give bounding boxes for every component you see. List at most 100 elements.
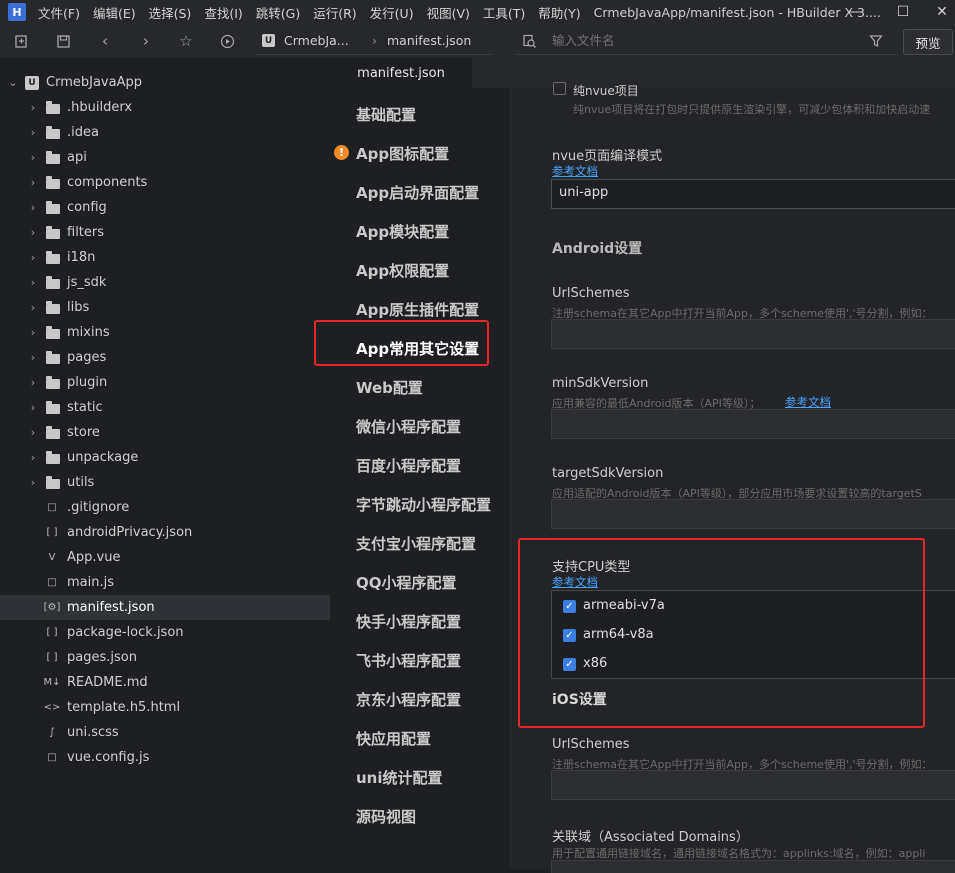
file-search-input[interactable] — [552, 33, 852, 48]
preview-button[interactable]: 预览 — [903, 29, 953, 55]
chevron-right-icon[interactable]: › — [27, 276, 39, 289]
menu-tools[interactable]: 工具(T) — [483, 3, 525, 22]
chevron-right-icon[interactable]: › — [27, 101, 39, 114]
menu-goto[interactable]: 跳转(G) — [256, 3, 300, 22]
nav-item-9[interactable]: 微信小程序配置 — [356, 416, 461, 437]
tree-folder-config[interactable]: › config — [0, 195, 330, 220]
chevron-right-icon[interactable]: › — [27, 126, 39, 139]
tree-item-label: config — [67, 200, 107, 215]
tree-folder-mixins[interactable]: › mixins — [0, 320, 330, 345]
nav-item-13[interactable]: QQ小程序配置 — [356, 572, 457, 593]
menu-file[interactable]: 文件(F) — [38, 3, 80, 22]
tab-manifest-json[interactable]: manifest.json — [330, 58, 472, 88]
menu-publish[interactable]: 发行(U) — [370, 3, 414, 22]
tree-folder-components[interactable]: › components — [0, 170, 330, 195]
nav-item-6[interactable]: App原生插件配置 — [356, 299, 479, 320]
chevron-right-icon[interactable]: › — [27, 426, 39, 439]
targetsdk-input[interactable] — [551, 499, 955, 529]
tree-folder-static[interactable]: › static — [0, 395, 330, 420]
breadcrumb-project[interactable]: CrmebJa... — [284, 33, 349, 48]
chevron-right-icon[interactable]: › — [27, 301, 39, 314]
tree-folder-i18n[interactable]: › i18n — [0, 245, 330, 270]
tree-file-androidPrivacy-json[interactable]: [ ] androidPrivacy.json — [0, 520, 330, 545]
nvue-mode-ref-link[interactable]: 参考文档 — [552, 163, 598, 179]
tree-folder-libs[interactable]: › libs — [0, 295, 330, 320]
tree-folder-idea[interactable]: › .idea — [0, 120, 330, 145]
nav-item-7[interactable]: App常用其它设置 — [356, 338, 479, 359]
menu-edit[interactable]: 编辑(E) — [93, 3, 136, 22]
nav-item-15[interactable]: 飞书小程序配置 — [356, 650, 461, 671]
chevron-right-icon[interactable]: › — [27, 326, 39, 339]
save-icon[interactable] — [54, 32, 72, 50]
tree-file-package-lock-json[interactable]: [ ] package-lock.json — [0, 620, 330, 645]
menu-select[interactable]: 选择(S) — [149, 3, 192, 22]
tree-root-crmebjavaapp[interactable]: ⌄ U CrmebJavaApp — [0, 70, 330, 95]
ios-urlschemes-input[interactable] — [551, 770, 955, 800]
chevron-right-icon[interactable]: › — [27, 151, 39, 164]
chevron-right-icon[interactable]: › — [27, 376, 39, 389]
nvue-mode-select[interactable]: uni-app — [551, 179, 955, 209]
nav-item-14[interactable]: 快手小程序配置 — [356, 611, 461, 632]
chevron-right-icon[interactable]: › — [27, 176, 39, 189]
chevron-right-icon[interactable]: › — [27, 351, 39, 364]
tree-file-vue-config-js[interactable]: □ vue.config.js — [0, 745, 330, 770]
tree-file-uni-scss[interactable]: ∫ uni.scss — [0, 720, 330, 745]
menu-view[interactable]: 视图(V) — [427, 3, 470, 22]
tree-folder-unpackage[interactable]: › unpackage — [0, 445, 330, 470]
breadcrumb-file[interactable]: manifest.json — [387, 33, 471, 48]
menu-find[interactable]: 查找(I) — [204, 3, 242, 22]
forward-icon[interactable]: › — [137, 32, 155, 50]
minsdk-input[interactable] — [551, 409, 955, 439]
nav-item-2[interactable]: App图标配置 — [356, 143, 449, 164]
tree-folder-hbuilderx[interactable]: › .hbuilderx — [0, 95, 330, 120]
tree-folder-utils[interactable]: › utils — [0, 470, 330, 495]
nav-item-11[interactable]: 字节跳动小程序配置 — [356, 494, 491, 515]
tree-file-main-js[interactable]: □ main.js — [0, 570, 330, 595]
tree-folder-api[interactable]: › api — [0, 145, 330, 170]
chevron-right-icon[interactable]: › — [27, 201, 39, 214]
nav-item-8[interactable]: Web配置 — [356, 377, 423, 398]
urlschemes-input[interactable] — [551, 319, 955, 349]
tree-file-App-vue[interactable]: V App.vue — [0, 545, 330, 570]
nav-item-10[interactable]: 百度小程序配置 — [356, 455, 461, 476]
associated-domains-input[interactable] — [551, 860, 955, 873]
nav-item-16[interactable]: 京东小程序配置 — [356, 689, 461, 710]
new-file-icon[interactable] — [12, 32, 30, 50]
minsdk-ref-link[interactable]: 参考文档 — [785, 394, 831, 410]
file-search-icon — [523, 34, 536, 48]
nav-item-3[interactable]: App启动界面配置 — [356, 182, 479, 203]
nvue-checkbox[interactable] — [553, 82, 566, 95]
minimize-icon[interactable]: — — [836, 0, 876, 24]
close-icon[interactable]: ✕ — [922, 0, 955, 24]
nav-item-12[interactable]: 支付宝小程序配置 — [356, 533, 476, 554]
chevron-right-icon[interactable]: › — [27, 451, 39, 464]
tree-file-template-h5-html[interactable]: <> template.h5.html — [0, 695, 330, 720]
nav-item-18[interactable]: uni统计配置 — [356, 767, 443, 788]
chevron-right-icon[interactable]: › — [27, 251, 39, 264]
chevron-down-icon[interactable]: ⌄ — [7, 76, 19, 89]
menu-run[interactable]: 运行(R) — [313, 3, 356, 22]
tree-file-README-md[interactable]: M↓ README.md — [0, 670, 330, 695]
chevron-right-icon[interactable]: › — [27, 226, 39, 239]
nav-item-5[interactable]: App权限配置 — [356, 260, 449, 281]
chevron-right-icon[interactable]: › — [27, 476, 39, 489]
star-icon[interactable]: ☆ — [177, 32, 195, 50]
chevron-right-icon[interactable]: › — [27, 401, 39, 414]
nav-item-19[interactable]: 源码视图 — [356, 806, 416, 827]
run-icon[interactable] — [218, 32, 236, 50]
nav-item-17[interactable]: 快应用配置 — [356, 728, 431, 749]
back-icon[interactable]: ‹ — [96, 32, 114, 50]
nav-item-1[interactable]: 基础配置 — [356, 104, 416, 125]
tree-folder-filters[interactable]: › filters — [0, 220, 330, 245]
tree-file-pages-json[interactable]: [ ] pages.json — [0, 645, 330, 670]
tree-file-manifest-json[interactable]: [⚙] manifest.json — [0, 595, 330, 620]
tree-folder-js-sdk[interactable]: › js_sdk — [0, 270, 330, 295]
filter-icon[interactable] — [867, 32, 885, 50]
tree-folder-pages[interactable]: › pages — [0, 345, 330, 370]
tree-file-gitignore[interactable]: □ .gitignore — [0, 495, 330, 520]
nav-item-4[interactable]: App模块配置 — [356, 221, 449, 242]
tree-folder-plugin[interactable]: › plugin — [0, 370, 330, 395]
tree-folder-store[interactable]: › store — [0, 420, 330, 445]
maximize-icon[interactable]: ☐ — [883, 0, 923, 24]
menu-help[interactable]: 帮助(Y) — [538, 3, 580, 22]
